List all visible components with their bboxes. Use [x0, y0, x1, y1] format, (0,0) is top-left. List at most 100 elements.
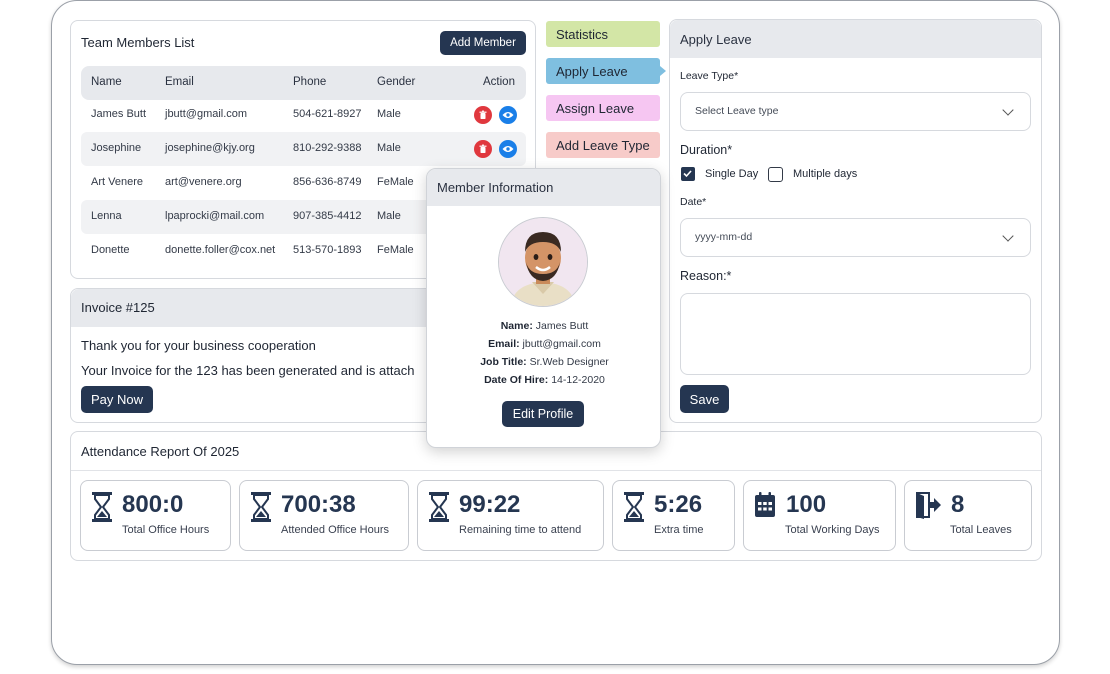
member-name-line: Name: James Butt: [427, 320, 660, 332]
cell-name: James Butt: [91, 108, 147, 120]
leave-type-placeholder: Select Leave type: [695, 105, 779, 117]
edit-profile-button[interactable]: Edit Profile: [502, 401, 584, 427]
stat-total-working-days: 100 Total Working Days: [743, 480, 896, 551]
stat-attended-office-hours: 700:38 Attended Office Hours: [239, 480, 409, 551]
add-member-button[interactable]: Add Member: [440, 31, 526, 55]
stat-value: 8: [951, 491, 965, 518]
single-day-label: Single Day: [705, 168, 759, 180]
member-name: James Butt: [535, 320, 589, 332]
member-hire-line: Date Of Hire: 14-12-2020: [427, 374, 660, 386]
stat-total-office-hours: 800:0 Total Office Hours: [80, 480, 231, 551]
member-hire-label: Date Of Hire:: [484, 374, 549, 386]
reason-textarea[interactable]: [680, 293, 1031, 375]
hourglass-icon: [92, 492, 112, 522]
member-info-popup: Member Information Name: James Butt Emai…: [426, 168, 661, 448]
stat-value: 5:26: [654, 491, 703, 518]
invoice-thanks-text: Thank you for your business cooperation: [81, 338, 316, 353]
column-phone: Phone: [293, 76, 327, 88]
invoice-title: Invoice #125: [81, 300, 155, 315]
duration-label: Duration*: [680, 143, 733, 157]
cell-gender: FeMale: [377, 176, 414, 188]
member-email: jbutt@gmail.com: [522, 338, 601, 350]
member-job: Sr.Web Designer: [529, 356, 609, 368]
member-job-line: Job Title: Sr.Web Designer: [427, 356, 660, 368]
member-name-label: Name:: [500, 320, 533, 332]
delete-icon[interactable]: [474, 140, 492, 158]
cell-email: art@venere.org: [165, 176, 242, 188]
cell-name: Art Venere: [91, 176, 143, 188]
date-label: Date*: [680, 196, 707, 208]
stat-value: 700:38: [281, 491, 356, 518]
table-row: Josephine josephine@kjy.org 810-292-9388…: [81, 132, 526, 166]
leave-type-label: Leave Type*: [680, 70, 739, 82]
member-email-line: Email: jbutt@gmail.com: [427, 338, 660, 350]
cell-email: jbutt@gmail.com: [165, 108, 248, 120]
cell-email: donette.foller@cox.net: [165, 244, 276, 256]
cell-phone: 907-385-4412: [293, 210, 362, 222]
cell-name: Lenna: [91, 210, 122, 222]
column-name: Name: [91, 76, 122, 88]
leave-type-select[interactable]: Select Leave type: [680, 92, 1031, 131]
active-tab-pointer: [660, 66, 666, 76]
cell-name: Donette: [91, 244, 130, 256]
stat-label: Remaining time to attend: [459, 524, 582, 536]
chevron-down-icon: [1002, 104, 1014, 116]
stat-label: Total Office Hours: [122, 524, 210, 536]
single-day-checkbox[interactable]: [681, 167, 695, 181]
divider: [71, 470, 1041, 471]
cell-gender: Male: [377, 142, 401, 154]
stat-value: 99:22: [459, 491, 521, 518]
cell-email: josephine@kjy.org: [165, 142, 255, 154]
member-email-label: Email:: [488, 338, 520, 350]
cell-phone: 810-292-9388: [293, 142, 362, 154]
column-action: Action: [483, 76, 515, 88]
cell-phone: 504-621-8927: [293, 108, 362, 120]
table-header: Name Email Phone Gender Action: [81, 66, 526, 100]
tab-apply-leave[interactable]: Apply Leave: [546, 58, 660, 84]
cell-phone: 856-636-8749: [293, 176, 362, 188]
tab-statistics[interactable]: Statistics: [546, 21, 660, 47]
multiple-days-label: Multiple days: [793, 168, 858, 180]
stat-total-leaves: 8 Total Leaves: [904, 480, 1032, 551]
table-row: James Butt jbutt@gmail.com 504-621-8927 …: [81, 98, 526, 132]
stat-label: Extra time: [654, 524, 704, 536]
stat-label: Total Working Days: [785, 524, 880, 536]
cell-phone: 513-570-1893: [293, 244, 362, 256]
calendar-icon: [755, 492, 775, 517]
cell-gender: Male: [377, 210, 401, 222]
view-eye-icon[interactable]: [499, 106, 517, 124]
team-members-title: Team Members List: [81, 35, 195, 50]
avatar: [498, 217, 588, 307]
stat-value: 100: [786, 491, 827, 518]
hourglass-icon: [429, 492, 449, 522]
attendance-title: Attendance Report Of 2025: [81, 444, 240, 459]
exit-door-icon: [916, 492, 941, 519]
invoice-message-text: Your Invoice for the 123 has been genera…: [81, 363, 415, 378]
date-input[interactable]: yyyy-mm-dd: [680, 218, 1031, 257]
stat-label: Total Leaves: [950, 524, 1012, 536]
date-placeholder: yyyy-mm-dd: [695, 231, 753, 243]
column-gender: Gender: [377, 76, 416, 88]
hourglass-icon: [624, 492, 644, 522]
member-job-label: Job Title:: [480, 356, 527, 368]
apply-leave-card: Apply Leave Leave Type* Select Leave typ…: [669, 19, 1042, 423]
chevron-down-icon: [1002, 230, 1014, 242]
stat-remaining-time: 99:22 Remaining time to attend: [417, 480, 604, 551]
member-hire: 14-12-2020: [551, 374, 605, 386]
stat-label: Attended Office Hours: [281, 524, 390, 536]
tab-add-leave-type[interactable]: Add Leave Type: [546, 132, 660, 158]
column-email: Email: [165, 76, 194, 88]
cell-gender: Male: [377, 108, 401, 120]
save-button[interactable]: Save: [680, 385, 729, 413]
tab-assign-leave[interactable]: Assign Leave: [546, 95, 660, 121]
member-info-title: Member Information: [437, 180, 554, 195]
hourglass-icon: [251, 492, 271, 522]
pay-now-button[interactable]: Pay Now: [81, 386, 153, 413]
delete-icon[interactable]: [474, 106, 492, 124]
cell-gender: FeMale: [377, 244, 414, 256]
multiple-days-checkbox[interactable]: [768, 167, 783, 182]
stat-extra-time: 5:26 Extra time: [612, 480, 735, 551]
apply-leave-title: Apply Leave: [680, 32, 752, 47]
view-eye-icon[interactable]: [499, 140, 517, 158]
stat-value: 800:0: [122, 491, 184, 518]
